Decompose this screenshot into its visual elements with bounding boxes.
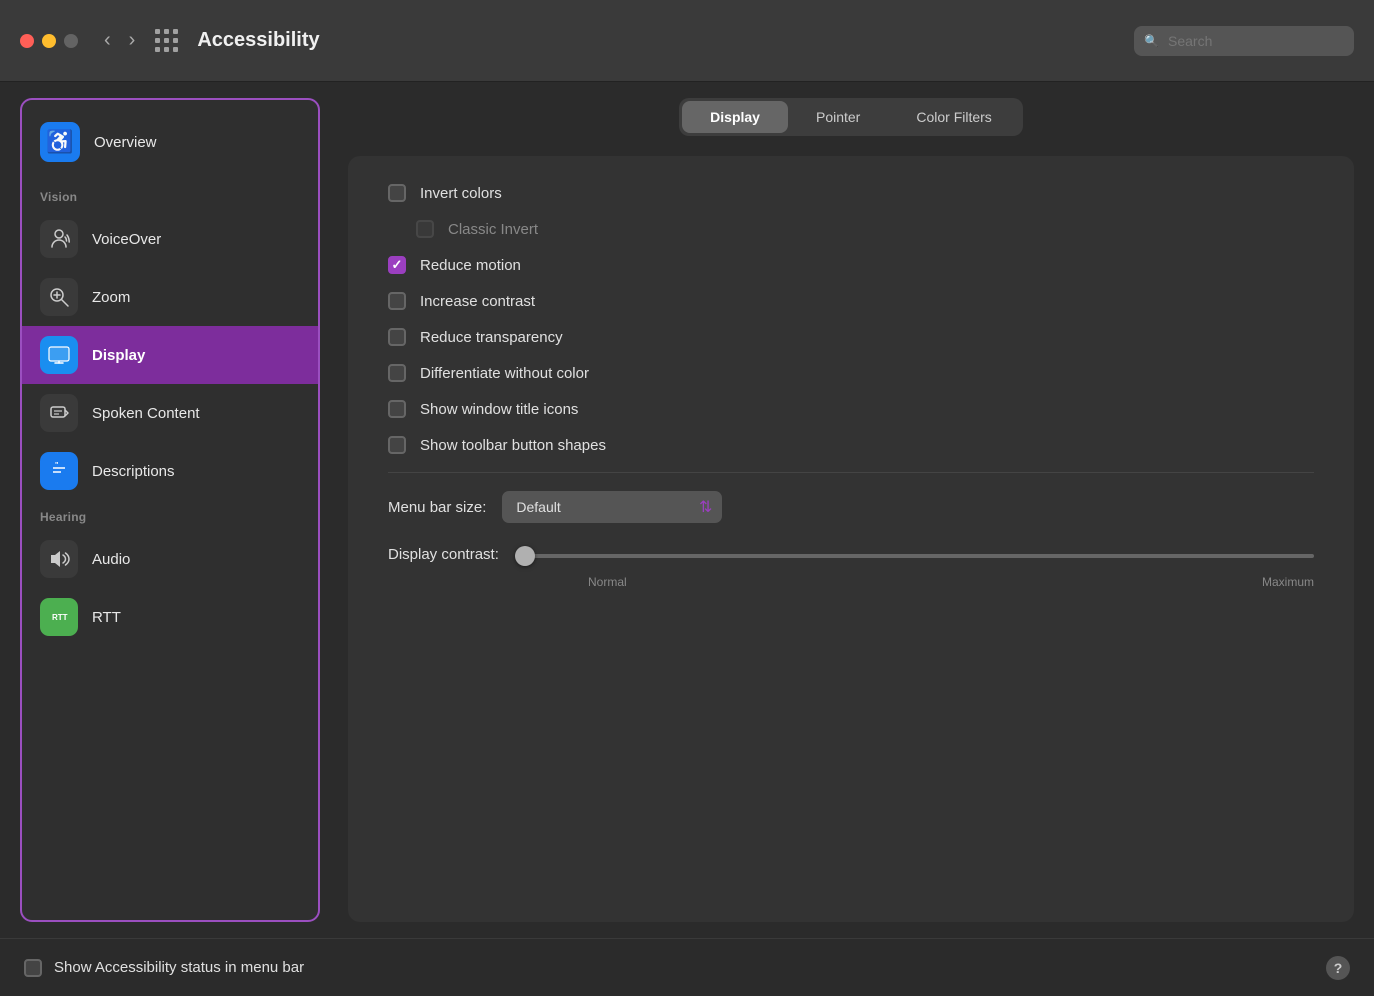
vision-section-label: Vision — [22, 180, 318, 210]
forward-button[interactable]: › — [123, 25, 142, 56]
increase-contrast-label: Increase contrast — [420, 293, 535, 310]
sidebar-item-zoom[interactable]: Zoom — [22, 268, 318, 326]
bottom-bar: Show Accessibility status in menu bar ? — [0, 938, 1374, 996]
back-button[interactable]: ‹ — [98, 25, 117, 56]
tab-color-filters[interactable]: Color Filters — [888, 101, 1019, 133]
contrast-header: Display contrast: — [388, 545, 1314, 563]
classic-invert-label: Classic Invert — [448, 221, 538, 238]
menu-bar-select-wrapper: Default Large ⇅ — [502, 491, 722, 523]
sidebar-item-overview[interactable]: ♿ Overview — [22, 112, 318, 180]
tabs-container: Display Pointer Color Filters — [348, 98, 1354, 136]
reduce-transparency-checkbox[interactable] — [388, 328, 406, 346]
display-contrast-label: Display contrast: — [388, 546, 499, 563]
minimize-button[interactable] — [42, 34, 56, 48]
page-title: Accessibility — [197, 29, 1134, 52]
svg-text:": " — [55, 462, 58, 469]
reduce-motion-checkbox[interactable] — [388, 256, 406, 274]
nav-buttons: ‹ › — [98, 25, 141, 56]
descriptions-label: Descriptions — [92, 463, 175, 480]
reduce-transparency-label: Reduce transparency — [420, 329, 563, 346]
menu-bar-size-label: Menu bar size: — [388, 499, 486, 516]
titlebar: ‹ › Accessibility — [0, 0, 1374, 82]
sidebar: ♿ Overview Vision VoiceOver — [20, 98, 320, 922]
display-label: Display — [92, 347, 145, 364]
sidebar-item-audio[interactable]: Audio — [22, 530, 318, 588]
tabs: Display Pointer Color Filters — [679, 98, 1023, 136]
toolbar-shapes-label: Show toolbar button shapes — [420, 437, 606, 454]
tab-display[interactable]: Display — [682, 101, 788, 133]
bottom-left: Show Accessibility status in menu bar — [24, 959, 304, 977]
rtt-label: RTT — [92, 609, 121, 626]
increase-contrast-checkbox[interactable] — [388, 292, 406, 310]
display-contrast-row: Display contrast: Normal Maximum — [388, 545, 1314, 589]
differentiate-color-label: Differentiate without color — [420, 365, 589, 382]
zoom-icon — [40, 278, 78, 316]
traffic-lights — [20, 34, 78, 48]
window-title-icons-row: Show window title icons — [388, 400, 1314, 418]
help-button[interactable]: ? — [1326, 956, 1350, 980]
audio-label: Audio — [92, 551, 130, 568]
slider-min-label: Normal — [588, 575, 627, 589]
slider-max-label: Maximum — [1262, 575, 1314, 589]
zoom-label: Zoom — [92, 289, 130, 306]
rtt-icon: RTT — [40, 598, 78, 636]
window-title-icons-label: Show window title icons — [420, 401, 578, 418]
reduce-transparency-row: Reduce transparency — [388, 328, 1314, 346]
sidebar-item-spoken[interactable]: Spoken Content — [22, 384, 318, 442]
settings-panel: Invert colors Classic Invert Reduce moti… — [348, 156, 1354, 922]
hearing-section-label: Hearing — [22, 500, 318, 530]
invert-colors-label: Invert colors — [420, 185, 502, 202]
spoken-label: Spoken Content — [92, 405, 200, 422]
close-button[interactable] — [20, 34, 34, 48]
toolbar-shapes-checkbox[interactable] — [388, 436, 406, 454]
search-wrapper — [1134, 26, 1354, 56]
slider-container — [515, 545, 1314, 563]
display-icon — [40, 336, 78, 374]
separator — [388, 472, 1314, 473]
svg-text:RTT: RTT — [52, 613, 68, 622]
voiceover-label: VoiceOver — [92, 231, 161, 248]
descriptions-icon: " — [40, 452, 78, 490]
main-content: ♿ Overview Vision VoiceOver — [0, 82, 1374, 938]
classic-invert-row: Classic Invert — [388, 220, 1314, 238]
classic-invert-checkbox[interactable] — [416, 220, 434, 238]
overview-label: Overview — [94, 134, 157, 151]
sidebar-item-descriptions[interactable]: " Descriptions — [22, 442, 318, 500]
increase-contrast-row: Increase contrast — [388, 292, 1314, 310]
search-input[interactable] — [1134, 26, 1354, 56]
menu-bar-size-row: Menu bar size: Default Large ⇅ — [388, 491, 1314, 523]
right-panel: Display Pointer Color Filters Invert col… — [320, 98, 1354, 922]
invert-colors-checkbox[interactable] — [388, 184, 406, 202]
differentiate-color-checkbox[interactable] — [388, 364, 406, 382]
audio-icon — [40, 540, 78, 578]
maximize-button[interactable] — [64, 34, 78, 48]
overview-icon: ♿ — [40, 122, 80, 162]
toolbar-shapes-row: Show toolbar button shapes — [388, 436, 1314, 454]
sidebar-item-voiceover[interactable]: VoiceOver — [22, 210, 318, 268]
tab-pointer[interactable]: Pointer — [788, 101, 888, 133]
menu-bar-size-select[interactable]: Default Large — [502, 491, 722, 523]
differentiate-color-row: Differentiate without color — [388, 364, 1314, 382]
spoken-icon — [40, 394, 78, 432]
reduce-motion-label: Reduce motion — [420, 257, 521, 274]
reduce-motion-row: Reduce motion — [388, 256, 1314, 274]
voiceover-icon — [40, 220, 78, 258]
status-bar-label: Show Accessibility status in menu bar — [54, 959, 304, 976]
sidebar-item-display[interactable]: Display — [22, 326, 318, 384]
sidebar-item-rtt[interactable]: RTT RTT — [22, 588, 318, 646]
window-title-icons-checkbox[interactable] — [388, 400, 406, 418]
invert-colors-row: Invert colors — [388, 184, 1314, 202]
contrast-slider[interactable] — [515, 554, 1314, 558]
app-grid-icon[interactable] — [155, 29, 179, 53]
status-bar-checkbox[interactable] — [24, 959, 42, 977]
